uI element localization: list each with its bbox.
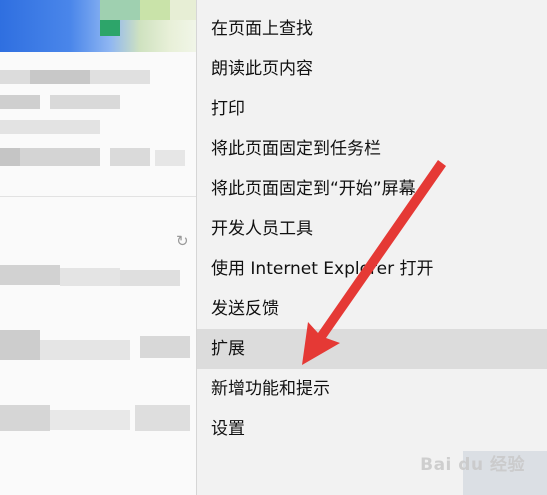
menu-item-open-with-ie[interactable]: 使用 Internet Explorer 打开 bbox=[197, 249, 547, 289]
menu-item-read-aloud[interactable]: 朗读此页内容 bbox=[197, 49, 547, 89]
mosaic-block bbox=[135, 405, 190, 431]
menu-item-developer-tools[interactable]: 开发人员工具 bbox=[197, 209, 547, 249]
mosaic-block bbox=[100, 0, 140, 20]
menu-item-pin-to-taskbar[interactable]: 将此页面固定到任务栏 bbox=[197, 129, 547, 169]
mosaic-block bbox=[20, 148, 100, 166]
mosaic-block bbox=[140, 336, 190, 358]
background-divider bbox=[0, 196, 200, 197]
mosaic-block bbox=[0, 330, 40, 360]
mosaic-block bbox=[155, 150, 185, 166]
mosaic-block bbox=[140, 0, 170, 20]
mosaic-block bbox=[0, 148, 20, 166]
mosaic-block bbox=[90, 70, 150, 84]
mosaic-block bbox=[50, 410, 130, 430]
mosaic-block bbox=[40, 340, 130, 360]
mosaic-block bbox=[60, 268, 120, 286]
mosaic-block bbox=[0, 405, 50, 431]
menu-item-find-on-page[interactable]: 在页面上查找 bbox=[197, 9, 547, 49]
menu-item-send-feedback[interactable]: 发送反馈 bbox=[197, 289, 547, 329]
menu-item-extensions[interactable]: 扩展 bbox=[197, 329, 547, 369]
mosaic-block bbox=[0, 120, 100, 134]
menu-item-whats-new[interactable]: 新增功能和提示 bbox=[197, 369, 547, 409]
menu-item-settings[interactable]: 设置 bbox=[197, 409, 547, 449]
menu-item-print[interactable]: 打印 bbox=[197, 89, 547, 129]
mosaic-block bbox=[120, 270, 180, 286]
context-menu: 在页面上查找 朗读此页内容 打印 将此页面固定到任务栏 将此页面固定到“开始”屏… bbox=[196, 0, 547, 495]
mosaic-block bbox=[0, 95, 40, 109]
mosaic-block bbox=[0, 265, 60, 285]
mosaic-block bbox=[110, 148, 150, 166]
refresh-icon: ↻ bbox=[176, 232, 189, 250]
background-page: ↻ bbox=[0, 0, 200, 495]
menu-item-pin-to-start[interactable]: 将此页面固定到“开始”屏幕 bbox=[197, 169, 547, 209]
mosaic-block bbox=[30, 70, 90, 84]
mosaic-block bbox=[100, 20, 120, 36]
mosaic-block bbox=[50, 95, 120, 109]
watermark: Bai du 经验 bbox=[420, 455, 525, 475]
mosaic-block bbox=[0, 70, 30, 84]
